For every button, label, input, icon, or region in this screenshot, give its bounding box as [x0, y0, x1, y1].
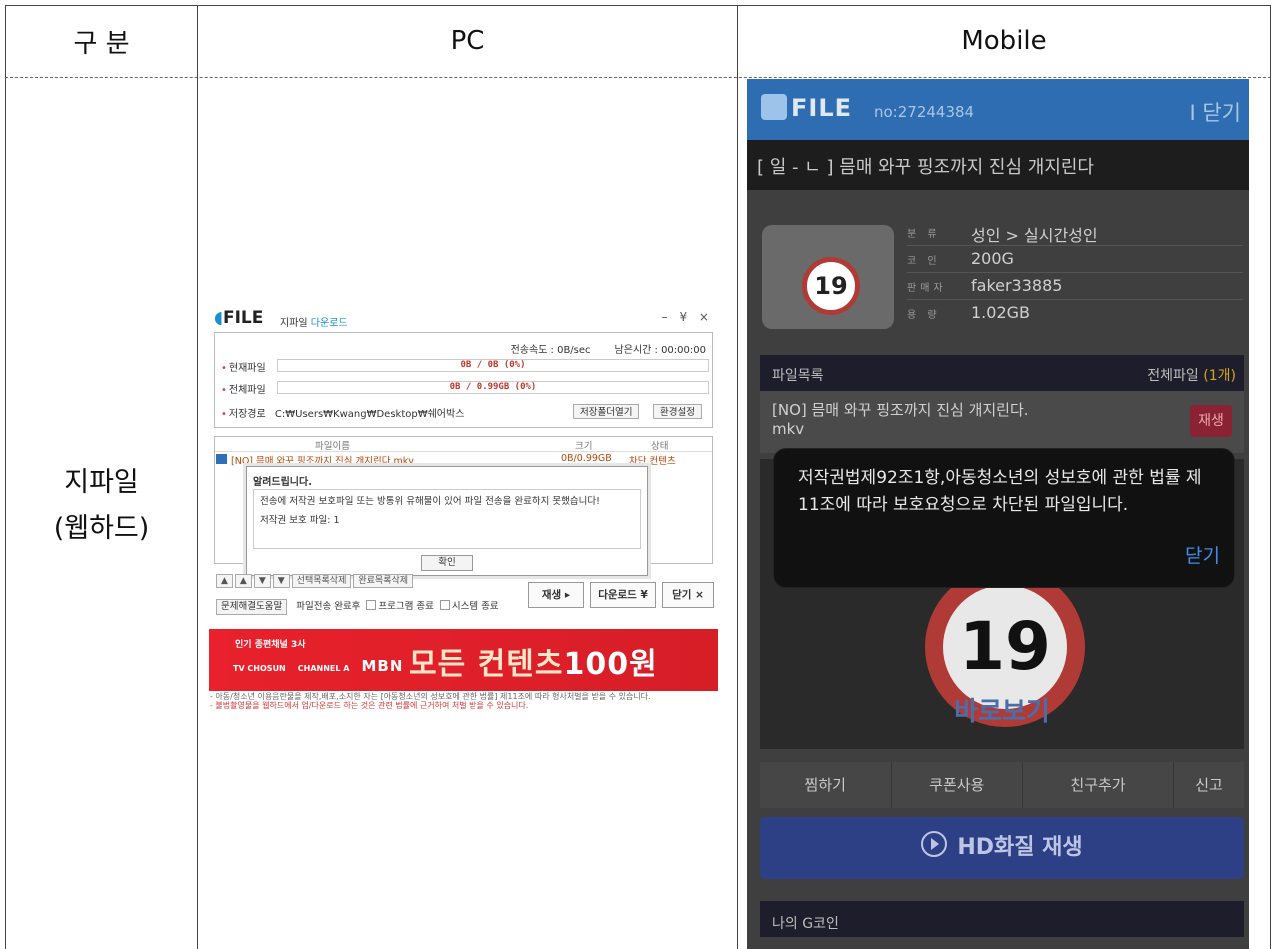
channel-brands: TV CHOSUN CHANNEL A MBN: [233, 657, 404, 675]
close-button[interactable]: 닫기 ×: [662, 582, 714, 608]
age-19-badge: 19: [802, 257, 860, 315]
title-bar: [ 일 - ㄴ ] 믐매 와꾸 핑조까지 진심 개지린다: [747, 140, 1249, 190]
alert-protected-count: 저작권 보호 파일: 1: [260, 515, 340, 526]
col-divider-1: [197, 5, 198, 949]
mobile-screen: FILE no:27244384 I 닫기 [ 일 - ㄴ ] 믐매 와꾸 핑조…: [747, 79, 1249, 949]
gfile-g-icon: [761, 94, 787, 120]
post-title: [ 일 - ㄴ ] 믐매 와꾸 핑조까지 진심 개지린다: [757, 157, 1094, 178]
header-divider: [5, 77, 1271, 78]
copyright-alert-dialog: 알려드립니다. 전송에 저작권 보호파일 또는 방통위 유해물이 있어 파일 전…: [246, 466, 648, 576]
col-header-pc: PC: [450, 26, 485, 56]
alert-title: 알려드립니다.: [253, 477, 312, 488]
row-label-type: (웹하드): [53, 513, 150, 544]
help-button[interactable]: 문제해결도움말: [216, 599, 288, 615]
row-label-name: 지파일: [64, 467, 139, 498]
alert-body: 전송에 저작권 보호파일 또는 방통위 유해물이 있어 파일 전송을 완료하지 …: [253, 489, 641, 549]
coupon-button[interactable]: 쿠폰사용: [892, 762, 1023, 808]
close-link[interactable]: I 닫기: [1189, 97, 1241, 127]
play-button[interactable]: 재생 ▸: [528, 582, 584, 608]
download-button[interactable]: 다운로드 ¥: [590, 582, 656, 608]
current-file-row: 현재파일 0B / 0B (0%): [221, 359, 709, 374]
program-exit-checkbox[interactable]: [366, 600, 377, 610]
action-bar: 찜하기 쿠폰사용 친구추가 신고: [760, 762, 1244, 808]
window-title: 지파일 다운로드: [280, 318, 348, 329]
window-controls[interactable]: – ¥ ×: [662, 310, 713, 324]
info-row-size: 용 량 1.02GB: [907, 303, 1030, 322]
play-circle-icon: [921, 831, 948, 857]
move-down-button[interactable]: ▼: [253, 574, 271, 588]
total-file-row: 전체파일 0B / 0.99GB (0%): [221, 381, 709, 396]
move-up-button[interactable]: ▲: [234, 574, 252, 588]
save-path-row: 저장경로 C:₩Users₩Kwang₩Desktop₩쉐어박스 저장폴더열기 …: [221, 404, 709, 421]
promo-text: 모든 컨텐츠100원: [409, 647, 658, 682]
info-row-category: 분 류 성인 > 실시간성인: [907, 219, 1243, 246]
delete-selected-button[interactable]: 선택목록삭제: [291, 574, 352, 588]
transfer-panel: 전송속도 : 0B/sec남은시간 : 00:00:00 현재파일 0B / 0…: [214, 332, 713, 428]
list-item: [NO] 믐매 와꾸 핑조까지 진심 개지린다. mkv: [772, 401, 1029, 438]
dialog-close-button[interactable]: 닫기: [1185, 541, 1220, 568]
info-row-coin: 코 인 200G: [907, 246, 1243, 273]
open-folder-button[interactable]: 저장폴더열기: [573, 404, 640, 419]
gfile-logo: ◖FILE: [214, 308, 264, 328]
blocked-file-dialog: 저작권법제92조1항,아동청소년의 성보호에 관한 법률 제11조에 따라 보호…: [774, 449, 1234, 587]
move-bottom-button[interactable]: ▼: [272, 574, 290, 588]
table-row[interactable]: [NO] 믐매 와꾸 핑조까지 진심 개지린다.mkv 0B/0.99GB 차단…: [215, 452, 712, 467]
video-file-icon: [216, 454, 227, 464]
row-label: 지파일 (웹하드): [6, 460, 197, 552]
current-file-progress: 0B / 0B (0%): [277, 359, 709, 372]
after-transfer-options: 문제해결도움말 파일전송 완료후 프로그램 종료 시스템 종료: [216, 598, 499, 615]
info-row-seller: 판매자 faker33885: [907, 273, 1243, 300]
pc-download-window: ◖FILE 지파일 다운로드 – ¥ × 전송속도 : 0B/sec 남은시간 :…: [206, 298, 721, 720]
save-path: C:₩Users₩Kwang₩Desktop₩쉐어박스: [274, 409, 465, 420]
thumbnail: 19: [762, 225, 894, 329]
gfile-g-icon: ◖: [214, 308, 223, 328]
my-coin-section: 나의 G코인: [760, 901, 1244, 949]
settings-button[interactable]: 환경설정: [653, 404, 702, 419]
direct-view-label[interactable]: 바로보기: [760, 691, 1244, 728]
ad-banner[interactable]: 인기 종편채널 3사 TV CHOSUN CHANNEL A MBN 모든 컨텐츠1…: [209, 629, 718, 691]
file-list-header: 파일목록 전체파일 (1개): [760, 355, 1244, 391]
mobile-file-list: 파일목록 전체파일 (1개) [NO] 믐매 와꾸 핑조까지 진심 개지린다. …: [760, 355, 1244, 453]
wishlist-button[interactable]: 찜하기: [760, 762, 892, 808]
my-coin-label: 나의 G코인: [772, 916, 839, 932]
move-top-button[interactable]: ▲: [216, 574, 233, 588]
file-info: 분 류 성인 > 실시간성인 코 인 200G 판매자 faker33885 용 량1…: [907, 219, 1243, 326]
hd-play-button[interactable]: HD화질 재생: [760, 817, 1244, 879]
report-button[interactable]: 신고: [1174, 762, 1244, 808]
mobile-top-bar: FILE no:27244384 I 닫기: [747, 79, 1249, 140]
col-header-mobile: Mobile: [961, 26, 1047, 56]
total-file-progress: 0B / 0.99GB (0%): [277, 381, 709, 394]
legal-notice: - 아동/청소년 이용음란물을 제작,배포,소지한 자는 [아동청소년의 성보호…: [210, 692, 651, 710]
transfer-speed: 전송속도 : 0B/sec 남은시간 : 00:00:00: [510, 345, 706, 356]
col-header-category: 구 분: [73, 28, 130, 59]
add-friend-button[interactable]: 친구추가: [1023, 762, 1174, 808]
list-control-row: ▲ ▲ ▼ ▼ 선택목록삭제 완료목록삭제: [216, 574, 415, 588]
file-list-header: 파일이름 크기 상태: [215, 437, 712, 452]
gfile-logo: FILE: [761, 94, 852, 122]
delete-completed-button[interactable]: 완료목록삭제: [353, 574, 414, 588]
dialog-message: 저작권법제92조1항,아동청소년의 성보호에 관한 법률 제11조에 따라 보호…: [798, 468, 1202, 515]
alert-ok-button[interactable]: 확인: [421, 555, 473, 571]
col-divider-2: [737, 5, 738, 949]
system-exit-checkbox[interactable]: [439, 600, 450, 610]
play-button[interactable]: 재생: [1190, 405, 1232, 437]
alert-message: 전송에 저작권 보호파일 또는 방통위 유해물이 있어 파일 전송을 완료하지 …: [260, 496, 600, 507]
file-number: no:27244384: [874, 103, 975, 121]
